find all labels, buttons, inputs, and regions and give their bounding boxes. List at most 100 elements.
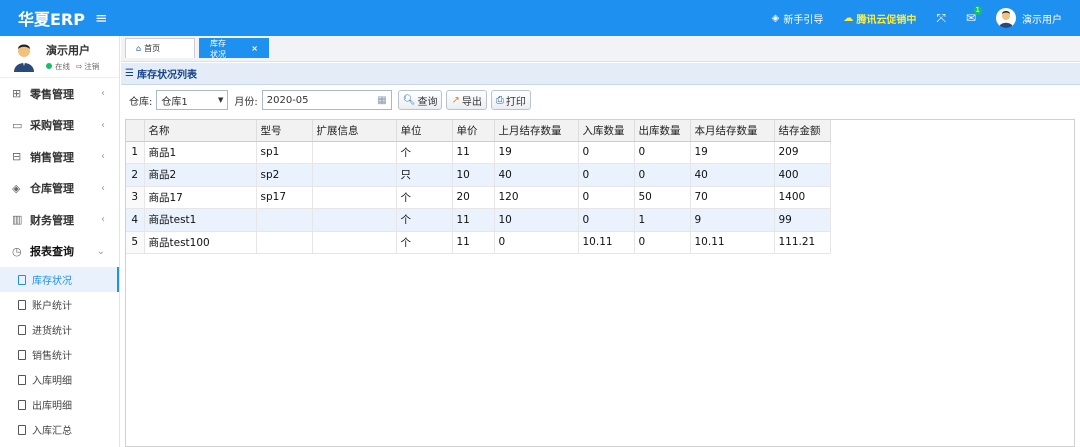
column-header[interactable]: 名称 xyxy=(144,120,257,142)
row-number: 5 xyxy=(126,231,145,254)
table-row[interactable]: 2 商品2 sp2 只 10 40 0 0 40 400 xyxy=(126,163,831,187)
tab-home[interactable]: ⌂ 首页 xyxy=(125,38,195,58)
sidebar-subitem-sales-stats[interactable]: 销售统计 xyxy=(0,342,119,367)
table-cell: 9 xyxy=(690,208,775,232)
sidebar-subitem-label: 销售统计 xyxy=(32,351,72,362)
document-icon xyxy=(18,349,26,360)
mail-badge: 1 xyxy=(973,6,982,15)
table-row[interactable]: 1 商品1 sp1 个 11 19 0 0 19 209 xyxy=(126,141,831,164)
table-cell: 209 xyxy=(774,141,831,164)
sidebar-subitem-purchase-stats[interactable]: 进货统计 xyxy=(0,317,119,342)
book-icon: ▥ xyxy=(12,213,23,227)
query-button-label: 查询 xyxy=(417,96,438,108)
sidebar-item-label: 报表查询 xyxy=(30,245,74,259)
user-menu[interactable]: 演示用户 xyxy=(996,8,1062,28)
export-button[interactable]: ↗ 导出 xyxy=(446,90,487,110)
table-row[interactable]: 3 商品17 sp17 个 20 120 0 50 70 1400 xyxy=(126,186,831,209)
guide-link[interactable]: ◈ 新手引导 xyxy=(772,11,824,26)
tab-home-label: 首页 xyxy=(144,44,161,53)
sidebar-item-purchase[interactable]: ▭ 采购管理 ‹ xyxy=(0,110,119,142)
cloud-icon: ☁ xyxy=(843,12,854,24)
column-header[interactable]: 上月结存数量 xyxy=(494,120,579,142)
table-cell: sp2 xyxy=(256,163,313,187)
table-cell: 只 xyxy=(396,163,453,187)
table-cell: 1 xyxy=(634,208,691,232)
print-icon: ⎙ xyxy=(495,94,504,106)
calendar-icon[interactable]: ▦ xyxy=(377,95,386,106)
list-icon: ☰ xyxy=(125,68,134,79)
promo-link[interactable]: ☁ 腾讯云促销中 xyxy=(843,11,916,26)
guide-label: 新手引导 xyxy=(783,14,824,26)
column-header[interactable]: 单位 xyxy=(396,120,453,142)
data-grid: 名称 型号 扩展信息 单位 单价 上月结存数量 入库数量 出库数量 本月结存数量… xyxy=(126,120,831,254)
sidebar-item-reports[interactable]: ◷ 报表查询 ⌄ xyxy=(0,236,119,268)
export-button-label: 导出 xyxy=(461,96,482,108)
row-number: 3 xyxy=(126,186,145,209)
query-button[interactable]: 🔍︎ 查询 xyxy=(397,90,443,110)
table-cell xyxy=(312,141,397,164)
tab-stock-status-label: 库存状况 xyxy=(210,38,226,59)
fullscreen-button[interactable]: ⤧ xyxy=(936,11,946,26)
row-number: 4 xyxy=(126,208,145,232)
document-icon xyxy=(18,324,26,335)
table-cell xyxy=(312,208,397,232)
sidebar-item-retail[interactable]: ⊞ 零售管理 ‹ xyxy=(0,78,119,110)
table-cell: 10 xyxy=(452,163,495,187)
document-icon xyxy=(18,274,26,285)
sidebar-item-label: 采购管理 xyxy=(30,119,74,133)
table-cell: 19 xyxy=(494,141,579,164)
user-menu-label: 演示用户 xyxy=(1022,14,1062,26)
table-cell: 40 xyxy=(494,163,579,187)
sidebar-subitem-account-stats[interactable]: 账户统计 xyxy=(0,292,119,317)
print-button[interactable]: ⎙ 打印 xyxy=(490,90,531,110)
table-row[interactable]: 4 商品test1 个 11 10 0 1 9 99 xyxy=(126,208,831,232)
table-cell: 个 xyxy=(396,231,453,254)
user-panel: 演示用户 在线 ⇨ 注销 xyxy=(0,36,119,78)
warehouse-select[interactable]: 仓库1 ▼ xyxy=(156,90,229,110)
sidebar-subitem-label: 出库明细 xyxy=(32,401,72,412)
avatar xyxy=(996,8,1016,28)
sidebar-subitem-inbound-detail[interactable]: 入库明细 xyxy=(0,367,119,392)
print-button-label: 打印 xyxy=(505,96,526,108)
logout-icon: ⇨ xyxy=(76,61,83,71)
chevron-left-icon: ‹ xyxy=(101,119,105,131)
logout-link[interactable]: 注销 xyxy=(84,61,99,72)
column-header[interactable]: 扩展信息 xyxy=(312,120,397,142)
table-cell: 11 xyxy=(452,141,495,164)
chevron-left-icon: ‹ xyxy=(101,182,105,194)
brand-logo-text[interactable]: 华夏ERP xyxy=(18,6,85,30)
tab-stock-status[interactable]: 库存状况 × xyxy=(199,38,269,59)
table-cell: 个 xyxy=(396,141,453,164)
column-header[interactable]: 本月结存数量 xyxy=(690,120,775,142)
sidebar-subitem-stock-status[interactable]: 库存状况 xyxy=(0,267,119,292)
month-input[interactable]: 2020-05 ▦ xyxy=(261,90,392,110)
column-header[interactable]: 单价 xyxy=(452,120,495,142)
sidebar-subitem-label: 账户统计 xyxy=(32,301,72,312)
brand: 华夏ERP ≡ xyxy=(0,6,120,30)
close-icon[interactable]: × xyxy=(251,44,258,53)
top-navbar: 华夏ERP ≡ ◈ 新手引导 ☁ 腾讯云促销中 ⤧ ✉ 1 演示用户 xyxy=(0,0,1080,36)
chevron-down-icon: ⌄ xyxy=(96,245,105,257)
mail-button[interactable]: ✉ 1 xyxy=(966,6,982,25)
document-icon xyxy=(18,299,26,310)
hamburger-icon[interactable]: ≡ xyxy=(95,9,108,27)
table-cell: 50 xyxy=(634,186,691,209)
sidebar-subitem-inbound-summary[interactable]: 入库汇总 xyxy=(0,417,119,442)
sidebar-item-finance[interactable]: ▥ 财务管理 ‹ xyxy=(0,204,119,236)
fullscreen-icon: ⤧ xyxy=(936,10,946,25)
table-cell: 120 xyxy=(494,186,579,209)
column-header[interactable]: 入库数量 xyxy=(578,120,635,142)
warehouse-label: 仓库: xyxy=(129,96,153,108)
column-header[interactable]: 型号 xyxy=(256,120,313,142)
column-header[interactable]: 出库数量 xyxy=(634,120,691,142)
online-dot-icon xyxy=(46,63,52,69)
document-icon xyxy=(18,374,26,385)
column-header[interactable]: 结存金额 xyxy=(774,120,831,142)
sidebar-item-sales[interactable]: ⊟ 销售管理 ‹ xyxy=(0,141,119,173)
sidebar-item-warehouse[interactable]: ◈ 仓库管理 ‹ xyxy=(0,173,119,205)
table-row[interactable]: 5 商品test100 个 11 0 10.11 0 10.11 111.21 xyxy=(126,231,831,254)
table-cell: 400 xyxy=(774,163,831,187)
table-cell: 70 xyxy=(690,186,775,209)
sidebar-subitem-outbound-detail[interactable]: 出库明细 xyxy=(0,392,119,417)
month-label: 月份: xyxy=(234,96,258,108)
